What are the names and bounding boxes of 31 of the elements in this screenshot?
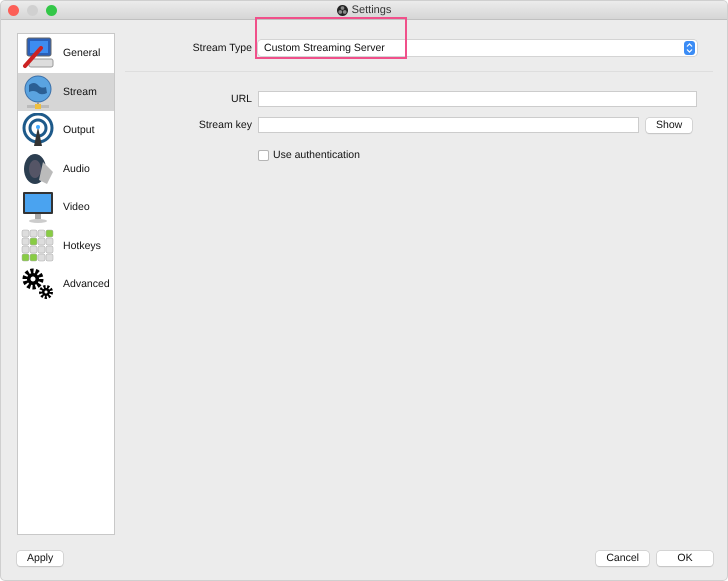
cancel-button[interactable]: Cancel [596,550,649,566]
app-logo-icon [336,4,348,16]
stream-key-field[interactable] [258,117,639,133]
minimize-button[interactable] [27,5,38,16]
window-title: Settings [352,4,392,16]
sidebar-item[interactable]: Stream [18,72,114,111]
checkbox-label: Use authentication [273,149,360,161]
sidebar-item[interactable]: Advanced [18,265,114,304]
checkbox[interactable] [258,150,269,160]
sidebar-item[interactable]: Audio [18,150,114,188]
monitor-icon [21,190,55,224]
zoom-button[interactable] [46,5,57,16]
dropdown-arrows-icon [684,41,695,55]
sidebar-item[interactable]: Hotkeys [18,226,114,265]
stream-type-dropdown[interactable]: Custom Streaming Server [258,40,697,56]
close-button[interactable] [8,5,19,16]
apply-button[interactable]: Apply [17,550,64,566]
url-field[interactable] [258,91,697,107]
field-label: Stream Type [192,42,252,54]
sidebar-item[interactable]: General [18,34,114,72]
speaker-icon [21,152,55,186]
sidebar-item[interactable]: Output [18,111,114,150]
computer-wrench-icon [21,36,55,70]
keyboard-keys-icon [21,228,55,263]
field-label: Stream key [198,119,252,131]
field-label: URL [230,93,252,105]
show-button[interactable]: Show [646,118,692,132]
gears-icon [21,267,55,302]
broadcast-icon [21,113,55,148]
ok-button[interactable]: OK [657,550,713,566]
sidebar-item[interactable]: Video [18,188,114,226]
